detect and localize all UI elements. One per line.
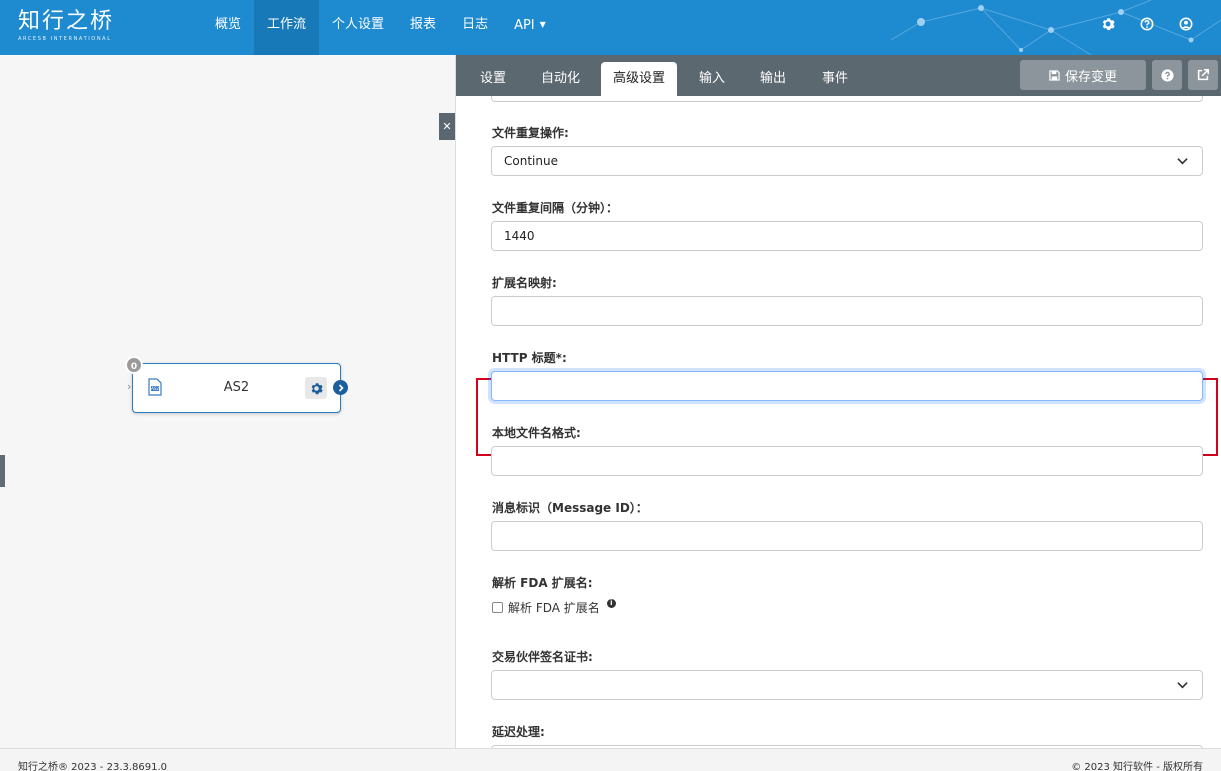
- chevron-right-icon: [338, 383, 344, 392]
- duplicate-interval-label: 文件重复间隔（分钟）：: [492, 201, 619, 215]
- http-headers-input[interactable]: [491, 371, 1203, 401]
- select-value: Continue: [504, 154, 558, 168]
- brand-logo[interactable]: 知行之桥 ARCESB INTERNATIONAL: [18, 9, 115, 43]
- input-value: 1440: [504, 229, 535, 243]
- tab-label: 事件: [822, 71, 849, 86]
- floppy-disk-icon: [1049, 69, 1060, 81]
- http-headers-label: HTTP 标题*:: [492, 351, 567, 365]
- nav-label: 报表: [410, 17, 437, 32]
- duplicate-action-label: 文件重复操作:: [492, 126, 569, 140]
- copyright-text: © 2023 知行软件 - 版权所有: [1071, 762, 1203, 771]
- tab-events[interactable]: 事件: [810, 62, 860, 96]
- nav-item-profile[interactable]: 个人设置: [319, 0, 397, 55]
- version-text: 知行之桥® 2023 - 23.3.8691.0: [18, 762, 168, 771]
- help-button[interactable]: [1152, 60, 1182, 90]
- tab-output[interactable]: 输出: [748, 62, 798, 96]
- tab-label: 自动化: [541, 71, 581, 86]
- partner-cert-select[interactable]: [491, 670, 1203, 700]
- nav-item-logs[interactable]: 日志: [449, 0, 501, 55]
- caret-down-icon: ▼: [539, 20, 546, 29]
- message-id-label: 消息标识（Message ID）：: [492, 501, 648, 515]
- panel-tabbar: 设置 自动化 高级设置 输入 输出 事件 保存变更: [456, 55, 1221, 96]
- message-id-input[interactable]: [491, 521, 1203, 551]
- info-icon[interactable]: i: [606, 599, 616, 608]
- checkbox-label: 解析 FDA 扩展名: [508, 601, 600, 615]
- sidebar-toggle-handle[interactable]: [0, 455, 5, 487]
- gear-icon[interactable]: [1098, 14, 1117, 33]
- page-footer: 知行之桥® 2023 - 23.3.8691.0 © 2023 知行软件 - 版…: [0, 748, 1221, 771]
- nav-label: API: [514, 18, 535, 33]
- parse-fda-checkbox-row[interactable]: 解析 FDA 扩展名 i: [492, 599, 616, 616]
- nav-item-workflow[interactable]: 工作流: [254, 0, 320, 55]
- tab-settings[interactable]: 设置: [468, 62, 518, 96]
- tab-label: 设置: [480, 71, 507, 86]
- nav-label: 概览: [215, 17, 242, 32]
- main-nav: 概览 工作流 个人设置 报表 日志 API ▼: [202, 0, 559, 55]
- parse-fda-checkbox[interactable]: [492, 602, 503, 613]
- duplicate-action-select[interactable]: Continue: [491, 146, 1203, 176]
- workflow-node-as2[interactable]: 0 › AS2 AS2: [125, 356, 348, 413]
- brand-subtitle: ARCESB INTERNATIONAL: [18, 36, 112, 42]
- tab-input[interactable]: 输入: [687, 62, 737, 96]
- previous-field-input[interactable]: [491, 96, 1203, 102]
- nav-label: 工作流: [267, 17, 307, 32]
- top-navbar: 知行之桥 ARCESB INTERNATIONAL 概览 工作流 个人设置 报表…: [0, 0, 1221, 55]
- local-filename-format-label: 本地文件名格式:: [492, 426, 581, 440]
- help-icon[interactable]: [1137, 14, 1156, 33]
- settings-panel: 设置 自动化 高级设置 输入 输出 事件 保存变更 文件重复操作: Contin…: [455, 55, 1221, 748]
- output-port-button[interactable]: [333, 380, 348, 395]
- advanced-settings-form: 文件重复操作: Continue 文件重复间隔（分钟）： 1440 扩展名映射:…: [456, 96, 1221, 748]
- nav-item-reports[interactable]: 报表: [397, 0, 449, 55]
- tab-label: 输出: [760, 71, 787, 86]
- extension-map-label: 扩展名映射:: [492, 276, 557, 290]
- open-external-button[interactable]: [1188, 60, 1218, 90]
- external-link-icon: [1197, 68, 1210, 81]
- tab-automation[interactable]: 自动化: [529, 62, 592, 96]
- tab-advanced[interactable]: 高级设置: [601, 62, 678, 96]
- top-icon-group: [1098, 14, 1195, 33]
- nav-label: 日志: [462, 17, 489, 32]
- local-filename-format-input[interactable]: [491, 446, 1203, 476]
- nav-label: 个人设置: [332, 17, 385, 32]
- help-icon: [1160, 68, 1174, 82]
- tab-label: 高级设置: [613, 71, 666, 86]
- input-port-icon[interactable]: ›: [127, 380, 131, 393]
- save-changes-button[interactable]: 保存变更: [1020, 60, 1146, 90]
- tab-label: 输入: [699, 71, 726, 86]
- brand-name: 知行之桥: [18, 9, 115, 34]
- nav-item-overview[interactable]: 概览: [202, 0, 254, 55]
- user-icon[interactable]: [1176, 14, 1195, 33]
- chevron-down-icon: [1177, 158, 1188, 165]
- parse-fda-label: 解析 FDA 扩展名:: [492, 576, 593, 590]
- chevron-down-icon: [1177, 682, 1188, 689]
- extension-map-input[interactable]: [491, 296, 1203, 326]
- close-panel-button[interactable]: ✕: [439, 113, 455, 140]
- partner-cert-label: 交易伙伴签名证书:: [492, 650, 593, 664]
- duplicate-interval-input[interactable]: 1440: [491, 221, 1203, 251]
- node-count-badge: 0: [125, 356, 143, 374]
- nav-item-api[interactable]: API ▼: [501, 0, 559, 55]
- gear-icon: [311, 382, 323, 394]
- save-label: 保存变更: [1064, 69, 1117, 85]
- node-settings-button[interactable]: [305, 377, 327, 399]
- delay-label: 延迟处理:: [492, 725, 545, 739]
